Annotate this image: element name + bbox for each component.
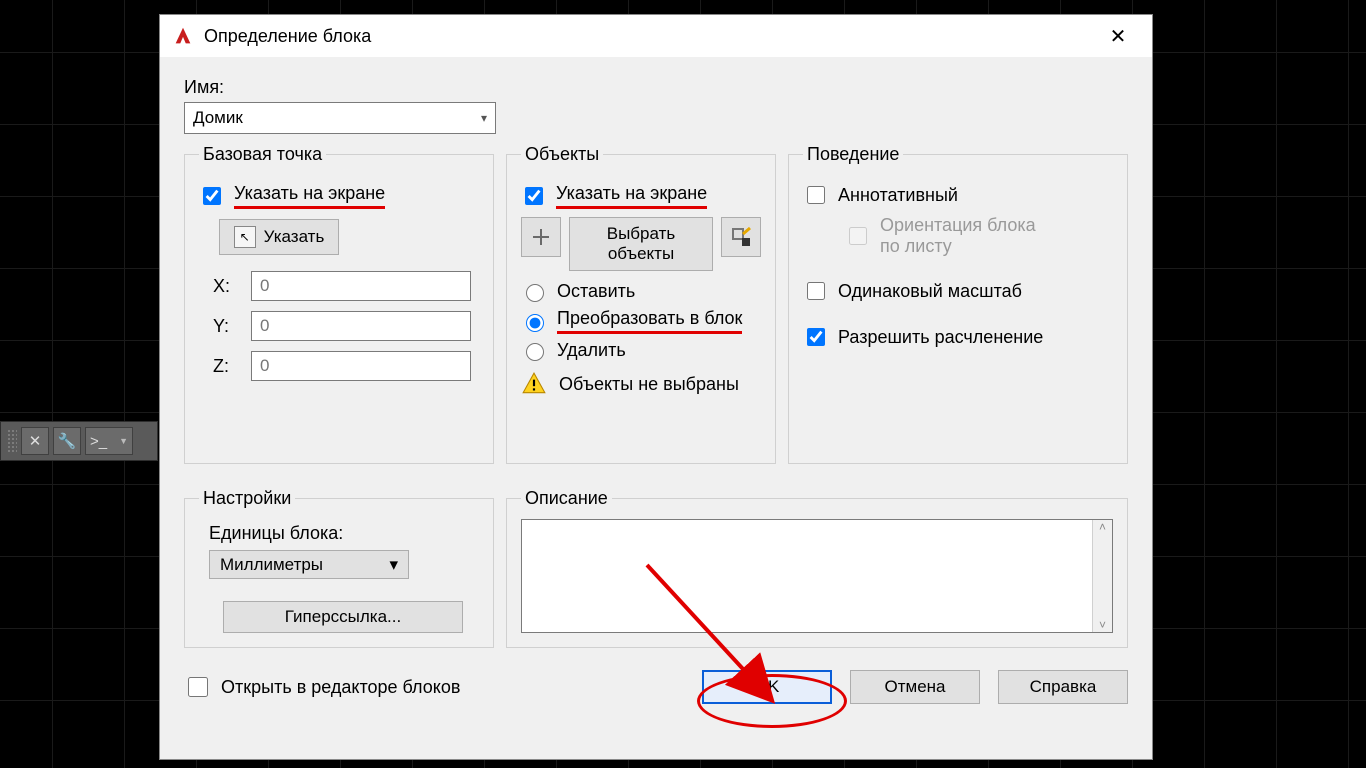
settings-group: Настройки Единицы блока: Миллиметры ▾ Ги… [184,488,494,648]
radio-convert[interactable]: Преобразовать в блок [521,308,761,334]
dropdown-icon: ▼ [119,436,128,446]
pick-point-label: Указать [264,227,325,247]
orientation-checkbox: Ориентация блока по листу [845,215,1113,257]
allow-explode-label: Разрешить расчленение [838,327,1043,348]
behavior-legend: Поведение [803,144,903,165]
scroll-down-icon[interactable]: ˅ [1099,618,1106,632]
description-textarea[interactable]: ˄ ˅ [521,519,1113,633]
allow-explode-checkbox[interactable]: Разрешить расчленение [803,325,1113,349]
base-point-group: Базовая точка Указать на экране ↖ Указат… [184,144,494,464]
hyperlink-label: Гиперссылка... [285,607,401,627]
open-in-editor-label: Открыть в редакторе блоков [221,677,460,698]
dialog-close-button[interactable]: ✕ [1096,15,1140,57]
select-objects-icon-button[interactable] [521,217,561,257]
units-value: Миллиметры [220,555,323,575]
radio-delete-label: Удалить [557,340,626,361]
settings-legend: Настройки [199,488,295,509]
base-specify-onscreen-checkbox[interactable]: Указать на экране [199,183,479,209]
toolbar-close-button[interactable]: ✕ [21,427,49,455]
uniform-scale-input[interactable] [807,282,825,300]
objects-specify-onscreen-checkbox[interactable]: Указать на экране [521,183,761,209]
description-scrollbar[interactable]: ˄ ˅ [1092,520,1112,632]
cancel-button[interactable]: Отмена [850,670,980,704]
name-label: Имя: [184,77,1128,98]
quick-select-button[interactable] [721,217,761,257]
objects-specify-onscreen-input[interactable] [525,187,543,205]
radio-keep-label: Оставить [557,281,635,302]
objects-group: Объекты Указать на экране Выбрать объект… [506,144,776,464]
toolbar-grip-icon[interactable] [7,429,17,453]
y-input[interactable] [251,311,471,341]
block-name-value: Домик [193,108,243,128]
x-label: X: [213,276,237,297]
base-point-legend: Базовая точка [199,144,326,165]
ok-button[interactable]: OK [702,670,832,704]
annotative-input[interactable] [807,186,825,204]
objects-legend: Объекты [521,144,603,165]
annotative-checkbox[interactable]: Аннотативный [803,183,1113,207]
chevron-down-icon: ▾ [481,111,487,125]
pick-point-icon: ↖ [234,226,256,248]
block-name-combo[interactable]: Домик ▾ [184,102,496,134]
open-in-editor-input[interactable] [188,677,208,697]
units-combo[interactable]: Миллиметры ▾ [209,550,409,579]
behavior-group: Поведение Аннотативный Ориентация блока … [788,144,1128,464]
floating-toolbar: ✕ 🔧 >_ ▼ [0,421,158,461]
block-definition-dialog: Определение блока ✕ Имя: Домик ▾ Базовая… [159,14,1153,760]
base-specify-onscreen-input[interactable] [203,187,221,205]
help-button[interactable]: Справка [998,670,1128,704]
no-objects-warning: Объекты не выбраны [521,371,761,397]
radio-delete-input[interactable] [526,343,544,361]
objects-specify-onscreen-label: Указать на экране [556,183,707,209]
uniform-scale-checkbox[interactable]: Одинаковый масштаб [803,279,1113,303]
select-objects-label-2: объекты [608,244,674,264]
x-input[interactable] [251,271,471,301]
z-label: Z: [213,356,237,377]
quick-select-icon [730,226,752,248]
radio-keep[interactable]: Оставить [521,281,761,302]
command-prompt-icon: >_ [90,433,107,450]
open-in-editor-checkbox[interactable]: Открыть в редакторе блоков [184,674,460,700]
warning-icon [521,371,547,397]
toolbar-wrench-button[interactable]: 🔧 [53,427,81,455]
radio-keep-input[interactable] [526,284,544,302]
radio-convert-label: Преобразовать в блок [557,308,742,334]
toolbar-command-button[interactable]: >_ ▼ [85,427,133,455]
z-input[interactable] [251,351,471,381]
uniform-scale-label: Одинаковый масштаб [838,281,1022,302]
no-objects-warning-text: Объекты не выбраны [559,374,739,395]
allow-explode-input[interactable] [807,328,825,346]
dialog-titlebar: Определение блока ✕ [160,15,1152,57]
orientation-input [849,227,867,245]
autocad-app-icon [172,25,194,47]
chevron-down-icon: ▾ [389,555,398,575]
units-label: Единицы блока: [209,523,479,544]
radio-convert-input[interactable] [526,314,544,332]
hyperlink-button[interactable]: Гиперссылка... [223,601,463,633]
radio-delete[interactable]: Удалить [521,340,761,361]
scroll-up-icon[interactable]: ˄ [1099,520,1106,534]
description-legend: Описание [521,488,612,509]
select-objects-button[interactable]: Выбрать объекты [569,217,713,271]
description-group: Описание ˄ ˅ [506,488,1128,648]
annotative-label: Аннотативный [838,185,958,206]
orientation-label: Ориентация блока по листу [880,215,1036,257]
name-section: Имя: Домик ▾ [184,77,1128,134]
dialog-title: Определение блока [204,26,371,47]
base-specify-onscreen-label: Указать на экране [234,183,385,209]
dialog-footer: Открыть в редакторе блоков OK Отмена Спр… [184,670,1128,704]
pick-point-button[interactable]: ↖ Указать [219,219,339,255]
crosshair-icon [531,227,551,247]
select-objects-label-1: Выбрать [607,224,675,244]
y-label: Y: [213,316,237,337]
